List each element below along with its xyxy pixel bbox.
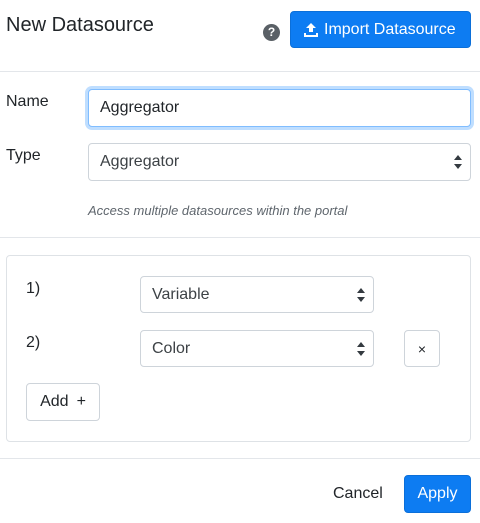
datasource-select-2[interactable]: Color: [140, 330, 374, 367]
row-index-1: 1): [26, 280, 41, 297]
footer-divider: [0, 458, 480, 459]
datasource-select-1-value: Variable: [152, 285, 210, 303]
type-label: Type: [6, 147, 41, 164]
type-select-value: Aggregator: [100, 153, 180, 170]
import-datasource-button[interactable]: Import Datasource: [290, 11, 471, 48]
type-select[interactable]: Aggregator: [88, 143, 471, 181]
datasource-select-2-value: Color: [152, 339, 191, 357]
name-label: Name: [6, 93, 49, 110]
cancel-button[interactable]: Cancel: [333, 485, 383, 503]
row-index-2: 2): [26, 334, 41, 351]
remove-row-button[interactable]: ×: [404, 330, 440, 367]
import-button-label: Import Datasource: [324, 20, 456, 38]
select-arrows-icon: [357, 287, 365, 302]
close-icon: ×: [417, 340, 427, 357]
select-arrows-icon: [454, 155, 462, 169]
apply-button[interactable]: Apply: [404, 475, 471, 513]
datasource-select-1[interactable]: Variable: [140, 276, 374, 313]
form-divider: [0, 237, 480, 238]
page-title: New Datasource: [6, 14, 154, 36]
question-circle-icon[interactable]: ?: [263, 24, 280, 41]
add-row-button[interactable]: Add +: [26, 383, 100, 421]
upload-icon: [304, 23, 318, 37]
plus-icon: +: [76, 393, 86, 410]
header-divider: [0, 71, 480, 72]
type-help-text: Access multiple datasources within the p…: [88, 203, 348, 218]
name-input[interactable]: [88, 89, 471, 127]
select-arrows-icon: [357, 341, 365, 356]
add-button-label: Add: [40, 393, 69, 410]
